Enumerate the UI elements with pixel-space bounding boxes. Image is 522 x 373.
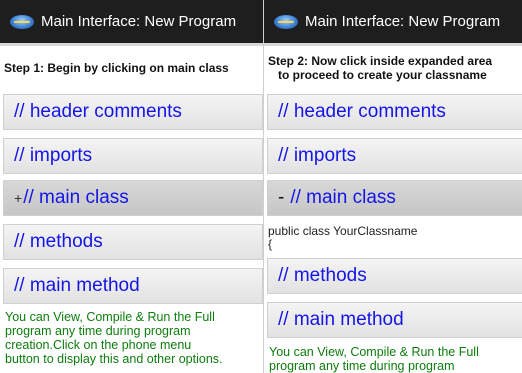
code-line: { (268, 237, 273, 251)
expand-plus-icon: + (14, 190, 23, 206)
section-header-comments[interactable]: // header comments (267, 94, 522, 130)
step-instruction: Step 1: Begin by clicking on main class (4, 61, 229, 75)
section-label: // imports (14, 145, 93, 166)
info-line: You can View, Compile & Run the Full (269, 345, 479, 359)
section-label: // methods (14, 231, 103, 252)
section-label: // main method (278, 309, 404, 330)
app-title: Main Interface: New Program (41, 13, 237, 30)
left-screen: Main Interface: New Program Step 1: Begi… (0, 0, 263, 373)
title-bar: Main Interface: New Program (264, 0, 522, 43)
info-line: button to display this and other options… (5, 352, 223, 366)
info-line: creation.Click on the phone menu (5, 338, 192, 352)
section-main-method[interactable]: // main method (3, 268, 263, 304)
info-line: You can View, Compile & Run the Full (5, 310, 215, 324)
app-logo-icon (10, 14, 34, 29)
section-label: // header comments (278, 101, 446, 122)
step-line: to proceed to create your classname (278, 68, 487, 82)
section-imports[interactable]: // imports (3, 138, 263, 174)
info-line: program any time during program (269, 359, 455, 373)
section-imports[interactable]: // imports (267, 138, 522, 174)
step-line: Step 2: Now click inside expanded area (268, 54, 493, 68)
section-main-method[interactable]: // main method (267, 302, 522, 338)
code-line: public class YourClassname (268, 224, 418, 238)
title-divider (264, 43, 522, 46)
class-declaration-area[interactable]: public class YourClassname { (268, 225, 522, 251)
info-line: program any time during program (5, 324, 191, 338)
section-label: // methods (278, 265, 367, 286)
section-label: // main method (14, 275, 140, 296)
section-main-class[interactable]: + // main class (3, 180, 263, 216)
section-label: // main class (290, 187, 396, 208)
section-main-class[interactable]: - // main class (267, 180, 522, 216)
section-methods[interactable]: // methods (3, 224, 263, 260)
right-screen: Main Interface: New Program Step 2: Now … (263, 0, 522, 373)
section-label: // main class (23, 187, 129, 208)
section-label: // header comments (14, 101, 182, 122)
section-header-comments[interactable]: // header comments (3, 94, 263, 130)
title-bar: Main Interface: New Program (0, 0, 263, 43)
app-title: Main Interface: New Program (305, 13, 501, 30)
section-methods[interactable]: // methods (267, 258, 522, 294)
app-logo-icon (274, 14, 298, 29)
title-divider (0, 43, 263, 46)
collapse-minus-icon: - (278, 187, 285, 208)
info-text: You can View, Compile & Run the Full pro… (5, 310, 263, 366)
info-text: You can View, Compile & Run the Full pro… (269, 345, 522, 373)
section-label: // imports (278, 145, 357, 166)
step-instruction: Step 2: Now click inside expanded area t… (268, 54, 522, 82)
